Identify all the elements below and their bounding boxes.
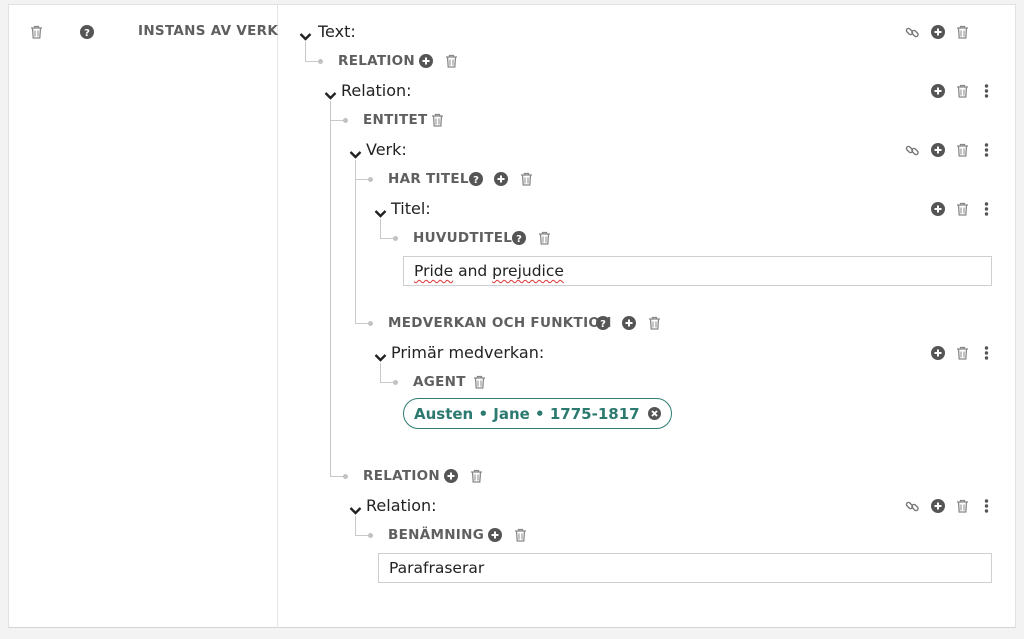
more-icon[interactable] xyxy=(984,84,989,98)
trash-icon[interactable] xyxy=(431,113,444,127)
relation-label: RELATION xyxy=(338,53,416,69)
chevron-down-icon[interactable] xyxy=(324,86,337,105)
tree-node-dot xyxy=(368,321,373,326)
agent-chip-text: Austen • Jane • 1775-1817 xyxy=(414,404,640,423)
titel-heading: Titel: xyxy=(391,199,431,218)
tree-line xyxy=(355,535,369,536)
svg-text:?: ? xyxy=(84,28,90,39)
help-icon[interactable]: ? xyxy=(80,25,94,39)
add-icon[interactable] xyxy=(931,499,945,513)
tree-line xyxy=(305,61,319,62)
add-icon[interactable] xyxy=(494,172,508,186)
add-icon[interactable] xyxy=(444,469,458,483)
verk-heading: Verk: xyxy=(366,140,407,159)
add-icon[interactable] xyxy=(622,316,636,330)
chevron-down-icon[interactable] xyxy=(299,27,312,46)
tree-node-dot xyxy=(393,236,398,241)
entitet-label: ENTITET xyxy=(363,112,428,128)
trash-icon[interactable] xyxy=(520,172,533,186)
relation-heading: Relation: xyxy=(366,496,437,515)
tree-node-dot xyxy=(368,177,373,182)
column-divider xyxy=(277,5,278,628)
trash-icon[interactable] xyxy=(956,202,969,216)
tree-line xyxy=(330,476,344,477)
tree-line xyxy=(355,179,369,180)
huvudtitel-label: HUVUDTITEL xyxy=(413,230,513,246)
instans-av-verk-label: INSTANS AV VERK xyxy=(138,23,279,39)
more-icon[interactable] xyxy=(984,143,989,157)
remove-icon[interactable] xyxy=(647,407,661,420)
huvudtitel-input[interactable]: Pride and prejudice xyxy=(403,256,992,286)
svg-text:?: ? xyxy=(600,319,606,330)
trash-icon[interactable] xyxy=(445,54,458,68)
add-icon[interactable] xyxy=(419,54,433,68)
link-icon[interactable] xyxy=(905,25,920,40)
trash-icon[interactable] xyxy=(538,231,551,245)
help-icon[interactable]: ? xyxy=(596,316,610,330)
trash-icon[interactable] xyxy=(648,316,661,330)
tree-line xyxy=(355,323,369,324)
add-icon[interactable] xyxy=(931,202,945,216)
more-icon[interactable] xyxy=(984,346,989,360)
primar-medverkan-heading: Primär medverkan: xyxy=(391,343,545,362)
trash-icon[interactable] xyxy=(514,528,527,542)
link-icon[interactable] xyxy=(905,499,920,514)
tree-line xyxy=(330,120,344,121)
agent-chip[interactable]: Austen • Jane • 1775-1817 xyxy=(403,398,672,429)
svg-text:?: ? xyxy=(516,234,522,245)
huvudtitel-word: prejudice xyxy=(492,262,564,280)
trash-icon[interactable] xyxy=(956,25,969,39)
har-titel-label: HAR TITEL xyxy=(388,171,469,187)
tree-line xyxy=(355,160,356,323)
relation-label: RELATION xyxy=(363,468,441,484)
trash-icon[interactable] xyxy=(956,84,969,98)
medverkan-label: MEDVERKAN OCH FUNKTION xyxy=(388,315,612,331)
chevron-down-icon[interactable] xyxy=(349,145,362,164)
tree-node-dot xyxy=(368,533,373,538)
benamning-label: BENÄMNING xyxy=(388,527,485,543)
trash-icon[interactable] xyxy=(473,375,486,389)
trash-icon[interactable] xyxy=(30,25,43,39)
trash-icon[interactable] xyxy=(956,143,969,157)
help-icon[interactable]: ? xyxy=(512,231,526,245)
help-icon[interactable]: ? xyxy=(469,172,483,186)
tree-node-dot xyxy=(343,474,348,479)
add-icon[interactable] xyxy=(931,25,945,39)
text-heading: Text: xyxy=(318,22,356,41)
tree-node-dot xyxy=(318,59,323,64)
huvudtitel-word: and xyxy=(453,262,493,280)
svg-text:?: ? xyxy=(473,175,479,186)
agent-label: AGENT xyxy=(413,374,466,390)
trash-icon[interactable] xyxy=(470,469,483,483)
benamning-input[interactable]: Parafraserar xyxy=(378,553,992,583)
more-icon[interactable] xyxy=(984,202,989,216)
tree-line xyxy=(330,101,331,476)
chevron-down-icon[interactable] xyxy=(374,348,387,367)
trash-icon[interactable] xyxy=(956,346,969,360)
tree-node-dot xyxy=(393,380,398,385)
chevron-down-icon[interactable] xyxy=(374,204,387,223)
tree-line xyxy=(380,238,394,239)
link-icon[interactable] xyxy=(905,143,920,158)
tree-node-dot xyxy=(343,118,348,123)
tree-line xyxy=(380,382,394,383)
add-icon[interactable] xyxy=(931,84,945,98)
trash-icon[interactable] xyxy=(956,499,969,513)
relation-heading: Relation: xyxy=(341,81,412,100)
huvudtitel-word: Pride xyxy=(414,262,454,280)
more-icon[interactable] xyxy=(984,499,989,513)
add-icon[interactable] xyxy=(931,143,945,157)
add-icon[interactable] xyxy=(931,346,945,360)
add-icon[interactable] xyxy=(488,528,502,542)
chevron-down-icon[interactable] xyxy=(349,501,362,520)
